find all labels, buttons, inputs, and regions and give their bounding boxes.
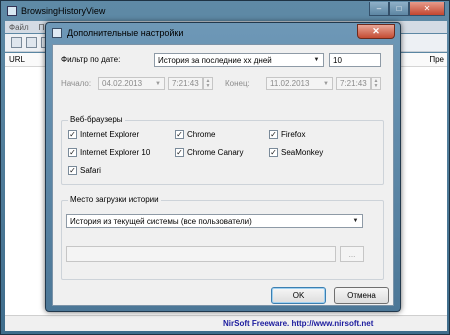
close-window-button[interactable]: ✕	[409, 2, 445, 16]
dialog-client: Фильтр по дате: История за последние хх …	[52, 44, 394, 306]
history-location-group: Место загрузки истории История из текуще…	[61, 195, 384, 280]
checkbox-seamonkey[interactable]: ✓ SeaMonkey	[269, 148, 323, 157]
check-icon: ✓	[68, 130, 77, 139]
menu-second[interactable]: П	[39, 23, 45, 32]
spin-down-icon: ▼	[373, 82, 379, 89]
window-controls: – □ ✕	[369, 2, 445, 16]
end-label: Конец:	[225, 79, 250, 88]
main-title-bar: BrowsingHistoryView	[7, 4, 105, 18]
spin-down-icon: ▼	[205, 82, 211, 89]
check-icon: ✓	[175, 148, 184, 157]
column-last[interactable]: Пре	[429, 55, 444, 64]
minimize-button[interactable]: –	[369, 2, 389, 16]
days-input[interactable]: 10	[329, 53, 381, 67]
chevron-down-icon: ▼	[313, 57, 320, 63]
start-date-value: 04.02.2013	[102, 79, 143, 88]
end-time-spinner[interactable]: ▲ ▼	[371, 77, 381, 90]
browsers-group-title: Веб-браузеры	[68, 115, 125, 124]
main-window-title: BrowsingHistoryView	[21, 6, 106, 16]
end-time-field[interactable]: 7:21:43	[336, 77, 371, 90]
start-time-spinner[interactable]: ▲ ▼	[203, 77, 213, 90]
end-date-picker[interactable]: 11.02.2013 ▼	[266, 77, 333, 90]
dialog-app-icon	[52, 28, 62, 38]
ok-button[interactable]: OK	[271, 287, 326, 304]
checkbox-label: SeaMonkey	[281, 148, 324, 157]
date-filter-label: Фильтр по дате:	[61, 55, 121, 64]
cancel-button[interactable]: Отмена	[334, 287, 389, 304]
history-source-combo[interactable]: История из текущей системы (все пользова…	[66, 214, 363, 228]
check-icon: ✓	[269, 130, 278, 139]
check-icon: ✓	[269, 148, 278, 157]
checkbox-chrome-canary[interactable]: ✓ Chrome Canary	[175, 148, 243, 157]
checkbox-internet-explorer-10[interactable]: ✓ Internet Explorer 10	[68, 148, 150, 157]
maximize-button[interactable]: □	[389, 2, 409, 16]
browsers-group: Веб-браузеры ✓ Internet Explorer ✓ Chrom…	[61, 115, 384, 185]
date-filter-combo[interactable]: История за последние хх дней ▼	[154, 53, 324, 67]
save-icon[interactable]	[26, 37, 37, 48]
advanced-options-dialog: Дополнительные настройки ✕ Фильтр по дат…	[45, 22, 401, 312]
checkbox-label: Firefox	[281, 130, 306, 139]
check-icon: ✓	[175, 130, 184, 139]
check-icon: ✓	[68, 148, 77, 157]
start-label: Начало:	[61, 79, 92, 88]
end-date-value: 11.02.2013	[270, 79, 310, 88]
checkbox-label: Chrome Canary	[187, 148, 244, 157]
app-icon	[7, 6, 17, 16]
check-icon: ✓	[68, 166, 77, 175]
dialog-close-button[interactable]: ✕	[357, 24, 395, 39]
start-time-field[interactable]: 7:21:43	[168, 77, 203, 90]
history-path-input[interactable]	[66, 246, 336, 262]
checkbox-label: Safari	[80, 166, 101, 175]
browse-button[interactable]: ...	[340, 246, 364, 262]
history-source-value: История из текущей системы (все пользова…	[70, 216, 252, 226]
checkbox-safari[interactable]: ✓ Safari	[68, 166, 101, 175]
date-filter-value: История за последние хх дней	[158, 55, 272, 65]
checkbox-firefox[interactable]: ✓ Firefox	[269, 130, 305, 139]
checkbox-internet-explorer[interactable]: ✓ Internet Explorer	[68, 130, 139, 139]
calendar-dropdown-icon: ▼	[155, 80, 161, 87]
options-icon[interactable]	[11, 37, 22, 48]
column-url[interactable]: URL	[9, 55, 25, 64]
history-location-title: Место загрузки истории	[68, 195, 161, 204]
checkbox-chrome[interactable]: ✓ Chrome	[175, 130, 215, 139]
end-time-value: 7:21:43	[340, 79, 367, 88]
checkbox-label: Chrome	[187, 130, 216, 139]
status-bar: NirSoft Freeware. http://www.nirsoft.net	[5, 315, 447, 331]
calendar-dropdown-icon: ▼	[323, 80, 329, 87]
start-time-value: 7:21:43	[172, 79, 199, 88]
nirsoft-link[interactable]: NirSoft Freeware. http://www.nirsoft.net	[223, 319, 373, 328]
checkbox-label: Internet Explorer	[80, 130, 140, 139]
checkbox-label: Internet Explorer 10	[80, 148, 151, 157]
start-date-picker[interactable]: 04.02.2013 ▼	[98, 77, 165, 90]
dialog-title: Дополнительные настройки	[67, 28, 184, 38]
dialog-title-bar: Дополнительные настройки	[52, 25, 183, 41]
menu-file[interactable]: Файл	[9, 23, 29, 32]
chevron-down-icon: ▼	[352, 218, 359, 224]
